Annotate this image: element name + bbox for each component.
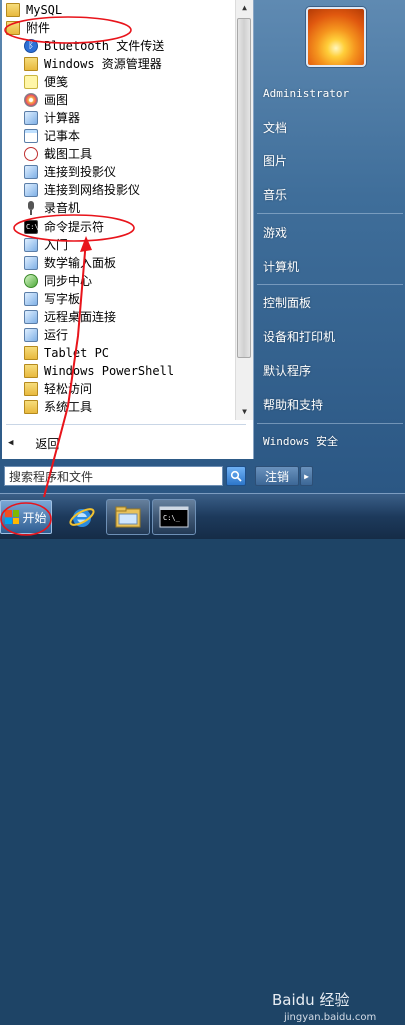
list-item-projector[interactable]: 连接到投影仪 xyxy=(24,163,235,181)
taskbar-cmd-button[interactable]: C:\_ xyxy=(152,499,196,535)
snipping-tool-icon xyxy=(24,147,38,161)
right-item-administrator[interactable]: Administrator xyxy=(263,84,403,104)
getting-started-icon xyxy=(24,238,38,252)
cmd-window-icon: C:\_ xyxy=(159,506,189,528)
list-item-network-projector[interactable]: 连接到网络投影仪 xyxy=(24,181,235,199)
list-item-calculator[interactable]: 计算器 xyxy=(24,109,235,127)
taskbar: 开始 C:\_ Baidu 经验 jingyan.baidu.com xyxy=(0,493,405,1023)
back-arrow-icon: ◀ xyxy=(8,438,14,448)
cmd-icon: C:\ xyxy=(24,220,39,234)
right-item-control-panel[interactable]: 控制面板 xyxy=(263,293,403,313)
sticky-notes-icon xyxy=(24,75,38,89)
taskbar-explorer-button[interactable] xyxy=(106,499,150,535)
list-item-tablet-pc[interactable]: Tablet PC xyxy=(24,344,235,362)
user-avatar[interactable] xyxy=(306,7,366,67)
wordpad-icon xyxy=(24,292,38,306)
list-item-getting-started[interactable]: 入门 xyxy=(24,236,235,254)
folder-icon xyxy=(24,382,38,396)
search-input[interactable]: 搜索程序和文件 xyxy=(4,466,223,486)
list-item-explorer[interactable]: Windows 资源管理器 xyxy=(24,55,235,73)
list-item-system-tools[interactable]: 系统工具 xyxy=(24,398,235,416)
search-button[interactable] xyxy=(226,466,246,486)
list-item-sticky-notes[interactable]: 便笺 xyxy=(24,73,235,91)
folder-icon xyxy=(24,364,38,378)
divider xyxy=(257,213,403,214)
right-item-pictures[interactable]: 图片 xyxy=(263,151,403,171)
right-item-help-support[interactable]: 帮助和支持 xyxy=(263,395,403,415)
start-button[interactable]: 开始 xyxy=(0,500,52,534)
list-item-bluetooth[interactable]: ᛒ Bluetooth 文件传送 xyxy=(24,37,235,55)
programs-pane: MySQL 附件 ᛒ Bluetooth 文件传送 Windows 资源管理器 便… xyxy=(2,0,254,459)
list-item-notepad[interactable]: 记事本 xyxy=(24,127,235,145)
programs-list: MySQL 附件 ᛒ Bluetooth 文件传送 Windows 资源管理器 便… xyxy=(2,0,235,420)
paint-icon xyxy=(24,93,38,107)
folder-icon xyxy=(24,400,38,414)
internet-explorer-icon xyxy=(69,508,95,527)
projector-icon xyxy=(24,165,38,179)
right-item-default-programs[interactable]: 默认程序 xyxy=(263,361,403,381)
programs-scrollbar[interactable]: ▲ ▼ xyxy=(235,0,253,420)
microphone-icon xyxy=(24,201,38,215)
right-item-computer[interactable]: 计算机 xyxy=(263,257,403,277)
folder-explorer-icon xyxy=(115,506,141,528)
logout-button[interactable]: 注销 xyxy=(255,466,299,486)
divider xyxy=(257,423,403,424)
list-item-sync-center[interactable]: 同步中心 xyxy=(24,272,235,290)
search-placeholder: 搜索程序和文件 xyxy=(9,469,94,484)
run-icon xyxy=(24,328,38,342)
windows-logo-icon xyxy=(5,510,20,524)
scroll-down-arrow-icon[interactable]: ▼ xyxy=(236,404,253,419)
right-item-windows-security[interactable]: Windows 安全 xyxy=(263,432,403,452)
list-item-sound-recorder[interactable]: 录音机 xyxy=(24,199,235,217)
divider xyxy=(6,424,246,425)
sync-center-icon xyxy=(24,274,38,288)
calculator-icon xyxy=(24,111,38,125)
svg-text:C:\_: C:\_ xyxy=(163,514,181,522)
list-item-cmd[interactable]: C:\ 命令提示符 xyxy=(24,218,235,236)
folder-icon xyxy=(6,21,20,35)
back-label: 返回 xyxy=(35,436,60,451)
back-button[interactable]: ◀ 返回 xyxy=(8,433,248,453)
right-item-music[interactable]: 音乐 xyxy=(263,185,403,205)
logout-label: 注销 xyxy=(264,469,289,484)
list-item-run[interactable]: 运行 xyxy=(24,326,235,344)
list-item-remote-desktop[interactable]: 远程桌面连接 xyxy=(24,308,235,326)
network-projector-icon xyxy=(24,183,38,197)
folder-icon xyxy=(6,3,20,17)
search-icon xyxy=(230,470,242,482)
list-item-paint[interactable]: 画图 xyxy=(24,91,235,109)
list-item-mysql[interactable]: MySQL xyxy=(6,1,235,19)
bluetooth-icon: ᛒ xyxy=(24,39,38,53)
start-menu: MySQL 附件 ᛒ Bluetooth 文件传送 Windows 资源管理器 便… xyxy=(0,0,405,493)
list-item-powershell[interactable]: Windows PowerShell xyxy=(24,362,235,380)
right-item-games[interactable]: 游戏 xyxy=(263,223,403,243)
notepad-icon xyxy=(24,129,38,143)
remote-desktop-icon xyxy=(24,310,38,324)
logout-options-arrow-icon[interactable]: ▶ xyxy=(300,466,313,486)
start-label: 开始 xyxy=(22,510,47,525)
taskbar-ie-button[interactable] xyxy=(60,499,104,535)
scroll-thumb[interactable] xyxy=(237,18,251,358)
right-item-documents[interactable]: 文档 xyxy=(263,118,403,138)
watermark-brand: Baidu 经验 xyxy=(272,991,350,1009)
math-input-icon xyxy=(24,256,38,270)
list-item-snipping-tool[interactable]: 截图工具 xyxy=(24,145,235,163)
folder-icon xyxy=(24,346,38,360)
right-item-devices-printers[interactable]: 设备和打印机 xyxy=(263,327,403,347)
divider xyxy=(257,284,403,285)
scroll-up-arrow-icon[interactable]: ▲ xyxy=(236,0,253,15)
list-item-wordpad[interactable]: 写字板 xyxy=(24,290,235,308)
list-item-accessories[interactable]: 附件 xyxy=(6,19,235,37)
watermark-url: jingyan.baidu.com xyxy=(284,1012,377,1023)
right-pane: Administrator 文档 图片 音乐 游戏 计算机 控制面板 设备和打印… xyxy=(254,0,405,493)
list-item-ease-of-access[interactable]: 轻松访问 xyxy=(24,380,235,398)
list-item-math-input[interactable]: 数学输入面板 xyxy=(24,254,235,272)
explorer-icon xyxy=(24,57,38,71)
